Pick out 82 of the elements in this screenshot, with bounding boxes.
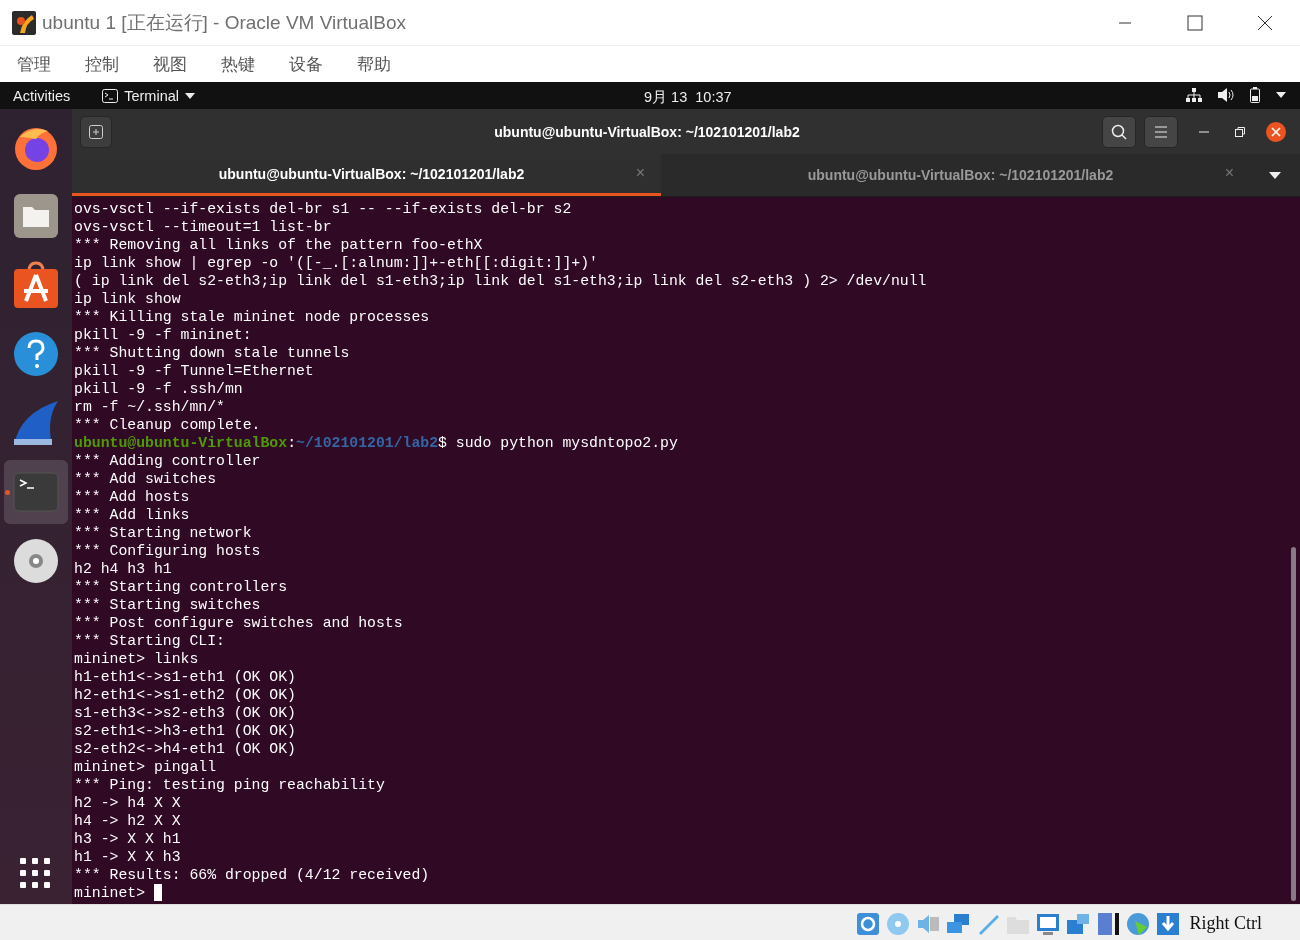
terminal-title: ubuntu@ubuntu-VirtualBox: ~/102101201/lab2 (493, 123, 801, 140)
terminal-line: *** Starting switches (74, 596, 262, 614)
menu-item[interactable]: 视图 (142, 48, 198, 80)
terminal-line: *** Shutting down stale tunnels (74, 344, 351, 362)
folder-icon (13, 193, 59, 239)
terminal-line: *** Starting CLI: (74, 632, 226, 650)
menu-item[interactable]: 热键 (210, 48, 266, 80)
terminal-line: s2-eth2<->h4-eth1 (OK OK) (74, 740, 297, 758)
shopping-bag-icon (13, 261, 59, 309)
terminal-line: h2 -> h4 X X (74, 794, 182, 812)
close-icon (1266, 121, 1286, 142)
scrollbar[interactable] (1291, 547, 1296, 901)
close-icon (1257, 14, 1273, 31)
terminal-line: *** Post configure switches and hosts (74, 614, 404, 632)
terminal-line: s2-eth1<->h3-eth1 (OK OK) (74, 722, 297, 740)
terminal-icon (13, 472, 59, 512)
terminal-line: mininet> links (74, 650, 200, 668)
terminal-line: ( ip link del s2-eth3;ip link del s1-eth3;ip link del s1-eth3;ip link del s2-eth3 ) 2> /dev/null (74, 272, 928, 290)
terminal-line: ip link show | egrep -o '([-_.[:alnum:]]+-eth[[:digit:]]+)' (74, 254, 599, 272)
terminal-line: ovs-vsctl --timeout=1 list-br (74, 218, 333, 236)
terminal-icon (102, 88, 119, 103)
terminal-line: *** Adding controller (74, 452, 262, 470)
app-logo-icon (12, 10, 36, 35)
menu-item[interactable]: 设备 (278, 48, 334, 80)
disc-icon (13, 538, 59, 584)
caret-icon[interactable] (1276, 92, 1286, 98)
terminal-tab[interactable]: ubuntu@ubuntu-VirtualBox: ~/102101201/lab2 × (72, 154, 661, 196)
terminal-line: *** Add switches (74, 470, 218, 488)
clock[interactable]: 9月 13 10:37 (644, 88, 732, 107)
terminal-line: mininet> pingall (74, 758, 218, 776)
terminal-line: h4 -> h2 X X (74, 812, 182, 830)
menu-item[interactable]: 管理 (6, 48, 62, 80)
volume-icon[interactable] (1218, 88, 1234, 102)
terminal-line: *** Configuring hosts (74, 542, 262, 560)
app-grid-icon[interactable] (20, 858, 52, 890)
minimize-icon (1199, 130, 1209, 133)
menu-item[interactable]: 控制 (74, 48, 130, 80)
menu-button[interactable] (1144, 115, 1178, 148)
plus-icon (89, 124, 103, 139)
terminal-line: pkill -9 -f mininet: (74, 326, 253, 344)
menu-icon (1154, 125, 1168, 138)
terminal-line: *** Add links (74, 506, 191, 524)
terminal-line: h3 -> X X h1 (74, 830, 182, 848)
caret-icon (185, 92, 195, 99)
window-title: ubuntu 1 [正在运行] - Oracle VM VirtualBox (42, 10, 406, 35)
terminal-line: pkill -9 -f .ssh/mn (74, 380, 244, 398)
text-cursor (153, 884, 162, 901)
search-icon (1111, 123, 1127, 140)
terminal-line: s1-eth3<->s2-eth3 (OK OK) (74, 704, 297, 722)
search-button[interactable] (1102, 115, 1136, 148)
minimize-icon (1118, 21, 1132, 24)
terminal-line: ovs-vsctl --if-exists del-br s1 -- --if-exists del-br s2 (74, 200, 573, 218)
terminal-line: h2-eth1<->s1-eth2 (OK OK) (74, 686, 297, 704)
caret-icon (1269, 171, 1281, 179)
terminal-line: *** Removing all links of the pattern foo-ethX (74, 236, 484, 254)
terminal-line: *** Starting network (74, 524, 253, 542)
terminal-line: *** Starting controllers (74, 578, 289, 596)
menu-item[interactable]: 帮助 (346, 48, 402, 80)
terminal-line: h1 -> X X h3 (74, 848, 182, 866)
terminal-line: *** Ping: testing ping reachability (74, 776, 386, 794)
terminal-tab[interactable]: ubuntu@ubuntu-VirtualBox: ~/102101201/lab2 × (661, 154, 1250, 196)
network-icon[interactable] (1186, 88, 1202, 102)
maximize-icon (1187, 14, 1203, 31)
terminal-line: pkill -9 -f Tunnel=Ethernet (74, 362, 315, 380)
shark-fin-icon (12, 399, 60, 447)
terminal-line: *** Killing stale mininet node processes (74, 308, 431, 326)
terminal-line: ip link show (74, 290, 182, 308)
terminal-line: *** Add hosts (74, 488, 191, 506)
terminal-line: *** Cleanup complete. (74, 416, 262, 434)
terminal-line: h1-eth1<->s1-eth1 (OK OK) (74, 668, 297, 686)
host-key-label: Right Ctrl (1189, 913, 1262, 934)
terminal-line: *** Results: 66% dropped (4/12 received) (74, 866, 431, 884)
terminal-line: h2 h4 h3 h1 (74, 560, 173, 578)
terminal-line: ubuntu@ubuntu-VirtualBox:~/102101201/lab2$ sudo python mysdntopo2.py (74, 434, 679, 452)
restore-icon (1235, 126, 1245, 137)
new-tab-button[interactable] (80, 115, 112, 148)
help-icon (13, 331, 59, 377)
terminal-line: mininet> (74, 885, 147, 901)
activities-button[interactable]: Activities (13, 87, 71, 104)
app-menu[interactable]: Terminal (124, 87, 179, 104)
terminal-line: rm -f ~/.ssh/mn/* (74, 398, 226, 416)
battery-icon[interactable] (1250, 87, 1260, 103)
